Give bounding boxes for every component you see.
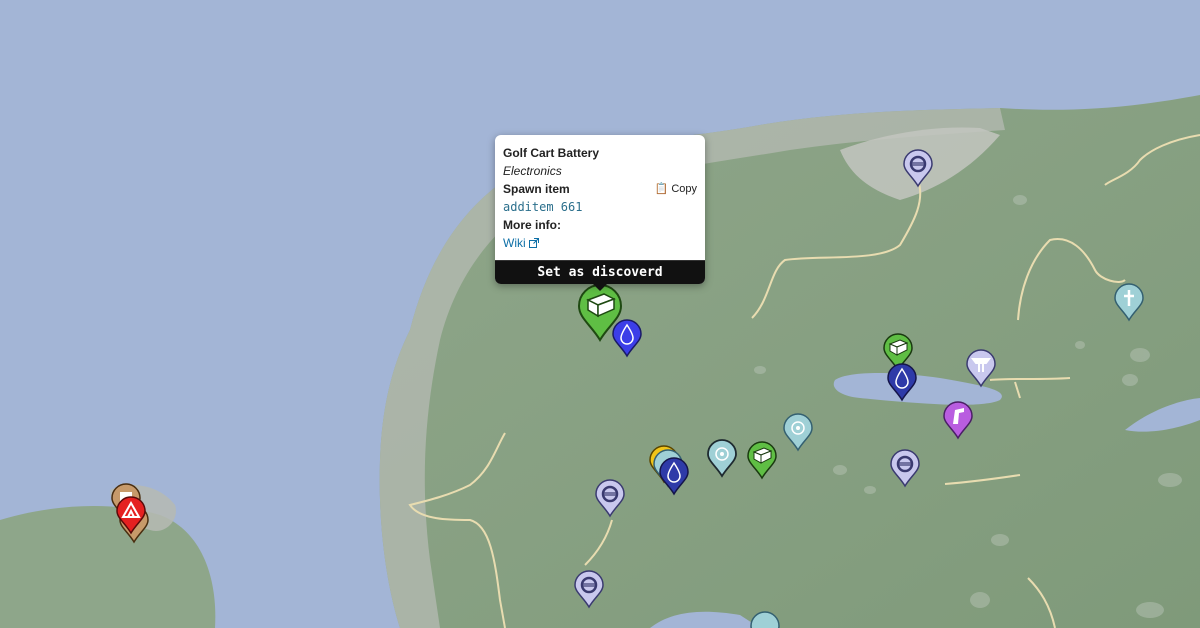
copy-label: Copy: [671, 183, 697, 195]
popup-category: Electronics: [503, 164, 562, 178]
spawn-item-label: Spawn item: [503, 182, 570, 196]
copy-button[interactable]: 📋 Copy: [655, 180, 697, 198]
popup-tip: [592, 283, 608, 291]
map-view[interactable]: [0, 0, 1200, 628]
external-link-icon: [529, 238, 540, 248]
clipboard-icon: 📋: [654, 183, 669, 195]
popup-title: Golf Cart Battery: [503, 146, 600, 160]
set-as-discovered-button[interactable]: Set as discoverd: [495, 260, 705, 284]
wiki-link-label: Wiki: [503, 236, 526, 250]
wiki-link[interactable]: Wiki: [503, 236, 540, 250]
spawn-code: additem 661: [503, 200, 583, 214]
item-popup: Golf Cart Battery Electronics Spawn item…: [495, 135, 705, 284]
more-info-label: More info:: [503, 218, 561, 232]
